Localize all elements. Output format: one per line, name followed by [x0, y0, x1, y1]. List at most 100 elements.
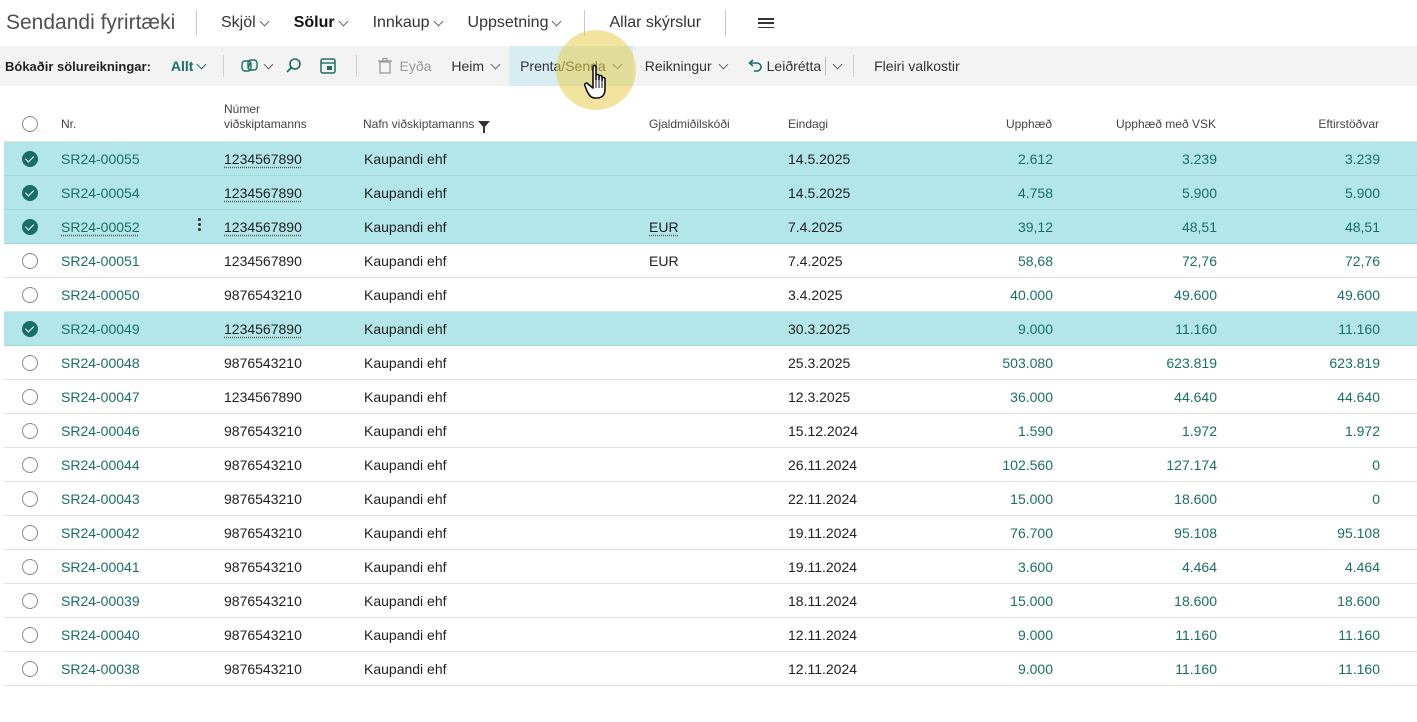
table-row[interactable]: SR24-00055 1234567890 Kaupandi ehf 14.5.202…: [4, 142, 1417, 176]
all-reports-link[interactable]: Allar skýrslur: [609, 0, 701, 46]
customer-no-cell[interactable]: 9876543210: [224, 287, 302, 303]
amount-vat-cell[interactable]: 11.160: [1064, 627, 1217, 643]
customer-no-cell[interactable]: 9876543210: [224, 559, 302, 575]
row-select-radio[interactable]: [22, 593, 38, 609]
invoice-no-link[interactable]: SR24-00054: [61, 185, 140, 201]
table-row[interactable]: SR24-00051 1234567890 Kaupandi ehf EUR 7.4.2…: [4, 244, 1417, 278]
nav-item-sales[interactable]: Sölur: [294, 0, 349, 46]
customer-no-cell[interactable]: 9876543210: [224, 457, 302, 473]
invoice-no-link[interactable]: SR24-00052: [61, 219, 140, 235]
invoice-no-link[interactable]: SR24-00041: [61, 559, 140, 575]
amount-vat-cell[interactable]: 49.600: [1064, 287, 1217, 303]
amount-cell[interactable]: 1.590: [904, 423, 1053, 439]
app-title[interactable]: Sendandi fyrirtæki: [0, 11, 196, 35]
nav-item-documents[interactable]: Skjöl: [221, 0, 270, 46]
select-all-radio[interactable]: [22, 116, 38, 132]
invoice-no-link[interactable]: SR24-00047: [61, 389, 140, 405]
row-select-radio[interactable]: [22, 559, 38, 575]
table-row[interactable]: SR24-00042 9876543210 Kaupandi ehf 19.11.20…: [4, 516, 1417, 550]
customer-no-cell[interactable]: 9876543210: [224, 661, 302, 677]
invoice-no-link[interactable]: SR24-00040: [61, 627, 140, 643]
remaining-cell[interactable]: 44.640: [1228, 389, 1380, 405]
customer-no-cell[interactable]: 1234567890: [224, 219, 302, 235]
amount-cell[interactable]: 9.000: [904, 627, 1053, 643]
nav-item-purchasing[interactable]: Innkaup: [373, 0, 443, 46]
edit-list-button[interactable]: [312, 46, 344, 86]
table-row[interactable]: SR24-00038 9876543210 Kaupandi ehf 12.11.20…: [4, 652, 1417, 686]
row-select-radio[interactable]: [22, 491, 38, 507]
invoice-no-link[interactable]: SR24-00038: [61, 661, 140, 677]
row-select-radio[interactable]: [22, 525, 38, 541]
table-row[interactable]: SR24-00050 9876543210 Kaupandi ehf 3.4.2025…: [4, 278, 1417, 312]
invoice-no-link[interactable]: SR24-00044: [61, 457, 140, 473]
remaining-cell[interactable]: 49.600: [1228, 287, 1380, 303]
table-row[interactable]: SR24-00040 9876543210 Kaupandi ehf 12.11.20…: [4, 618, 1417, 652]
correct-button[interactable]: Leiðrétta: [737, 46, 825, 86]
row-select-radio[interactable]: [22, 287, 38, 303]
amount-cell[interactable]: 9.000: [904, 321, 1053, 337]
remaining-cell[interactable]: 0: [1228, 491, 1380, 507]
amount-cell[interactable]: 76.700: [904, 525, 1053, 541]
col-header-amount-vat[interactable]: Upphæð með VSK: [1064, 117, 1216, 132]
remaining-cell[interactable]: 95.108: [1228, 525, 1380, 541]
remaining-cell[interactable]: 72,76: [1228, 253, 1380, 269]
customer-no-cell[interactable]: 9876543210: [224, 525, 302, 541]
col-header-amount[interactable]: Upphæð: [904, 117, 1052, 132]
amount-vat-cell[interactable]: 4.464: [1064, 559, 1217, 575]
row-select-radio[interactable]: [22, 219, 38, 235]
row-select-radio[interactable]: [22, 389, 38, 405]
home-menu-button[interactable]: Heim: [437, 46, 509, 86]
col-header-remaining[interactable]: Eftirstöðvar: [1228, 117, 1379, 132]
remaining-cell[interactable]: 48,51: [1228, 219, 1380, 235]
amount-vat-cell[interactable]: 18.600: [1064, 491, 1217, 507]
customer-no-cell[interactable]: 1234567890: [224, 185, 302, 201]
remaining-cell[interactable]: 5.900: [1228, 185, 1380, 201]
amount-cell[interactable]: 15.000: [904, 593, 1053, 609]
table-row[interactable]: SR24-00044 9876543210 Kaupandi ehf 26.11.20…: [4, 448, 1417, 482]
remaining-cell[interactable]: 0: [1228, 457, 1380, 473]
amount-vat-cell[interactable]: 11.160: [1064, 661, 1217, 677]
row-select-radio[interactable]: [22, 185, 38, 201]
col-header-due-date[interactable]: Eindagi: [788, 117, 828, 132]
invoice-no-link[interactable]: SR24-00043: [61, 491, 140, 507]
remaining-cell[interactable]: 4.464: [1228, 559, 1380, 575]
invoice-no-link[interactable]: SR24-00049: [61, 321, 140, 337]
customer-no-cell[interactable]: 9876543210: [224, 627, 302, 643]
customer-no-cell[interactable]: 9876543210: [224, 593, 302, 609]
amount-cell[interactable]: 503.080: [904, 355, 1053, 371]
amount-cell[interactable]: 9.000: [904, 661, 1053, 677]
col-header-customer-no[interactable]: Númer viðskiptamanns: [224, 102, 307, 132]
col-header-currency[interactable]: Gjaldmiðilskóði: [649, 117, 730, 132]
invoice-no-link[interactable]: SR24-00050: [61, 287, 140, 303]
amount-vat-cell[interactable]: 48,51: [1064, 219, 1217, 235]
col-header-customer-name[interactable]: Nafn viðskiptamanns: [363, 117, 491, 134]
remaining-cell[interactable]: 3.239: [1228, 151, 1380, 167]
row-select-radio[interactable]: [22, 253, 38, 269]
correct-menu-button[interactable]: [826, 46, 849, 86]
invoice-no-link[interactable]: SR24-00046: [61, 423, 140, 439]
row-select-radio[interactable]: [22, 661, 38, 677]
table-row[interactable]: SR24-00049 1234567890 Kaupandi ehf 30.3.202…: [4, 312, 1417, 346]
table-row[interactable]: SR24-00046 9876543210 Kaupandi ehf 15.12.20…: [4, 414, 1417, 448]
more-options-button[interactable]: Fleiri valkostir: [866, 46, 968, 86]
table-row[interactable]: SR24-00047 1234567890 Kaupandi ehf 12.3.202…: [4, 380, 1417, 414]
remaining-cell[interactable]: 11.160: [1228, 627, 1380, 643]
invoice-no-link[interactable]: SR24-00051: [61, 253, 140, 269]
amount-cell[interactable]: 102.560: [904, 457, 1053, 473]
search-button[interactable]: [276, 46, 312, 86]
amount-vat-cell[interactable]: 44.640: [1064, 389, 1217, 405]
invoice-menu-button[interactable]: Reikningur: [633, 46, 737, 86]
invoice-no-link[interactable]: SR24-00042: [61, 525, 140, 541]
row-select-radio[interactable]: [22, 321, 38, 337]
customer-no-cell[interactable]: 9876543210: [224, 423, 302, 439]
amount-cell[interactable]: 4.758: [904, 185, 1053, 201]
customer-no-cell[interactable]: 9876543210: [224, 491, 302, 507]
amount-vat-cell[interactable]: 1.972: [1064, 423, 1217, 439]
amount-vat-cell[interactable]: 5.900: [1064, 185, 1217, 201]
amount-cell[interactable]: 58,68: [904, 253, 1053, 269]
customer-no-cell[interactable]: 1234567890: [224, 389, 302, 405]
menu-button[interactable]: [758, 0, 775, 46]
amount-vat-cell[interactable]: 72,76: [1064, 253, 1217, 269]
table-row[interactable]: SR24-00043 9876543210 Kaupandi ehf 22.11.20…: [4, 482, 1417, 516]
remaining-cell[interactable]: 18.600: [1228, 593, 1380, 609]
